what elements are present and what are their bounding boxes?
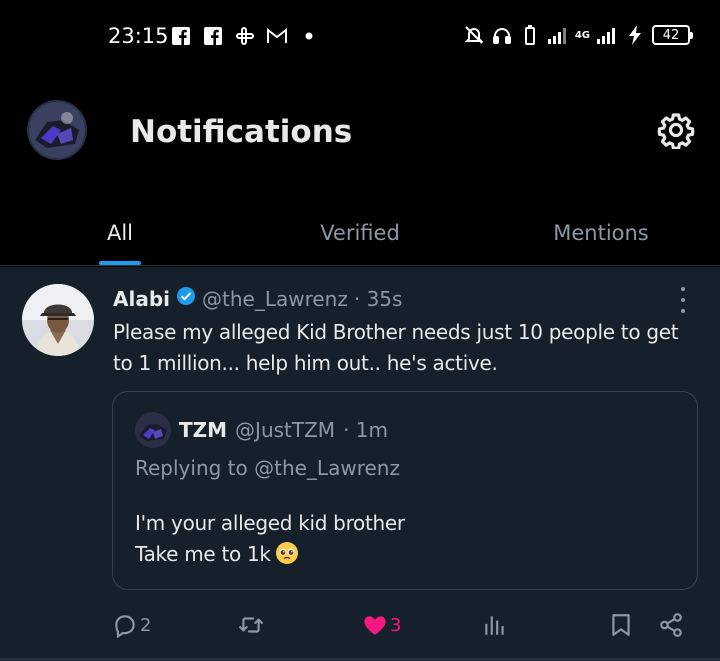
network-type-label: 4G: [574, 29, 590, 41]
pleading-face-emoji-icon: [275, 541, 299, 565]
status-bar: 23:15 4G 42: [0, 0, 720, 70]
views-chart-icon: [485, 616, 504, 635]
page-title: Notifications: [130, 114, 353, 150]
reply-icon: [115, 615, 135, 638]
profile-avatar[interactable]: [27, 100, 87, 160]
like-count: 3: [390, 614, 402, 636]
battery-saver-icon: [519, 24, 541, 46]
views-button[interactable]: [482, 607, 508, 643]
tab-all[interactable]: All: [80, 200, 160, 266]
status-system-icons: 4G 42: [463, 24, 693, 46]
quoted-tweet-line: I'm your alleged kid brother: [135, 511, 405, 535]
reply-count: 2: [140, 614, 152, 636]
tweet-header: Alabi @the_Lawrenz · 35s: [113, 286, 402, 311]
more-options-button[interactable]: [672, 287, 694, 313]
tweet-timestamp: · 35s: [353, 286, 403, 311]
retweet-button[interactable]: [236, 607, 266, 643]
notification-tweet[interactable]: Alabi @the_Lawrenz · 35s Please my alleg…: [0, 267, 720, 661]
gmail-icon: [266, 25, 288, 47]
active-tab-indicator: [99, 261, 141, 265]
more-notifications-dot-icon: [298, 25, 320, 47]
replying-to-label: Replying to @the_Lawrenz: [135, 456, 400, 480]
battery-level: 42: [652, 25, 693, 45]
quoted-tweet-line-with-emoji: Take me to 1k: [135, 539, 405, 570]
verified-badge-icon: [176, 286, 196, 311]
bell-off-icon: [463, 24, 485, 46]
more-dot-icon: [681, 298, 685, 302]
headphones-icon: [491, 24, 513, 46]
retweet-icon: [239, 617, 263, 633]
tweet-actions: 2 3: [0, 607, 720, 643]
more-dot-icon: [681, 287, 685, 291]
quoted-tweet[interactable]: TZM @JustTZM · 1m Replying to @the_Lawre…: [112, 391, 698, 590]
settings-button[interactable]: [656, 110, 696, 150]
status-notification-icons: [170, 25, 320, 47]
quoted-tweet-text: I'm your alleged kid brother Take me to …: [135, 508, 405, 570]
share-button[interactable]: [658, 607, 684, 643]
author-avatar[interactable]: [22, 284, 94, 356]
tab-mentions[interactable]: Mentions: [520, 200, 682, 266]
gear-icon: [657, 113, 695, 149]
quoted-author-handle: @JustTZM: [235, 418, 336, 442]
app-header: Notifications: [0, 70, 720, 200]
status-time: 23:15: [108, 24, 169, 48]
tweet-text: Please my alleged Kid Brother needs just…: [113, 320, 679, 375]
quoted-author-avatar: [135, 412, 171, 448]
notification-tabs: All Verified Mentions: [0, 200, 720, 266]
bookmark-button[interactable]: [608, 607, 634, 643]
signal-icon: [596, 24, 618, 46]
quoted-tweet-timestamp: · 1m: [343, 418, 388, 442]
share-icon: [660, 613, 682, 637]
author-name[interactable]: Alabi: [113, 287, 170, 311]
quoted-tweet-header: TZM @JustTZM · 1m: [135, 412, 388, 448]
author-handle[interactable]: @the_Lawrenz: [202, 287, 348, 311]
quoted-tweet-line: Take me to 1k: [135, 542, 271, 566]
bookmark-icon: [612, 614, 630, 636]
slack-icon: [234, 25, 256, 47]
reply-button[interactable]: 2: [112, 607, 151, 643]
like-button[interactable]: 3: [362, 607, 401, 643]
quoted-author-name: TZM: [179, 418, 228, 442]
facebook-icon: [170, 25, 192, 47]
signal-icon: [547, 24, 569, 46]
more-dot-icon: [681, 309, 685, 313]
charging-icon: [624, 24, 646, 46]
tab-verified[interactable]: Verified: [280, 200, 440, 266]
facebook-icon: [202, 25, 224, 47]
heart-filled-icon: [364, 616, 386, 635]
